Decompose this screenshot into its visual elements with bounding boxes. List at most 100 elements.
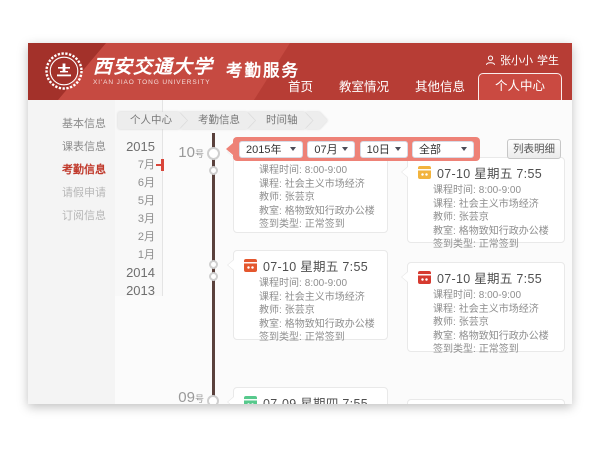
breadcrumb-item-2[interactable]: 时间轴 xyxy=(248,112,313,129)
field-label: 教师: xyxy=(259,305,282,316)
chevron-down-icon xyxy=(461,147,467,151)
timeline-nav-year-7[interactable]: 2014 xyxy=(115,264,162,282)
breadcrumb-item-1[interactable]: 考勤信息 xyxy=(180,112,255,129)
card-field-1: 课程:社会主义市场经济 xyxy=(259,291,377,305)
card-header: 07-10 星期五 7:55 xyxy=(244,257,377,274)
field-label: 课程: xyxy=(259,179,282,190)
field-label: 课程: xyxy=(433,199,456,210)
timeline-nav-month-5[interactable]: 2月 xyxy=(115,228,162,246)
card-field-0: 课程时间:8:00-9:00 xyxy=(259,164,377,178)
month-select[interactable]: 07月 xyxy=(307,141,355,158)
nav-home[interactable]: 首页 xyxy=(275,74,326,100)
chevron-down-icon xyxy=(342,147,348,151)
scope-select[interactable]: 全部 xyxy=(412,141,474,158)
timeline-nav-month-1[interactable]: 7月 xyxy=(115,156,162,174)
field-label: 签到类型: xyxy=(259,332,302,343)
sidebar-item-0[interactable]: 基本信息 xyxy=(28,113,115,136)
year-select[interactable]: 2015年 xyxy=(239,141,303,158)
breadcrumb: 个人中心考勤信息时间轴 xyxy=(118,112,328,129)
field-value: 8:00-9:00 xyxy=(305,278,347,289)
card-datetime: 07-09 星期四 7:55 xyxy=(263,393,368,404)
timeline-nav-month-6[interactable]: 1月 xyxy=(115,246,162,264)
field-value: 格物致知行政办公楼 xyxy=(459,331,549,342)
card-header: 07-09 星期四 7:55 xyxy=(244,394,377,404)
field-value: 8:00-9:00 xyxy=(479,185,521,196)
sidebar-item-4[interactable]: 订阅信息 xyxy=(28,205,115,228)
university-logo-icon xyxy=(44,51,84,91)
field-value: 格物致知行政办公楼 xyxy=(285,206,375,217)
card-datetime: 07-10 星期五 7:55 xyxy=(437,163,542,182)
timeline-node-day09[interactable] xyxy=(207,395,219,404)
timeline-node[interactable] xyxy=(209,166,218,175)
calendar-icon xyxy=(418,166,431,179)
field-label: 签到类型: xyxy=(433,239,476,250)
field-label: 教师: xyxy=(259,192,282,203)
nav-other-info[interactable]: 其他信息 xyxy=(402,74,478,100)
card-field-3: 教室:格物致知行政办公楼 xyxy=(259,205,377,219)
card-field-0: 课程时间:8:00-9:00 xyxy=(433,184,554,198)
card-datetime: 07-10 星期五 7:55 xyxy=(263,256,368,275)
field-value: 正常签到 xyxy=(305,219,345,230)
university-name-en: XI'AN JIAO TONG UNIVERSITY xyxy=(93,79,213,86)
card-field-0: 课程时间:8:00-9:00 xyxy=(259,277,377,291)
attendance-card-2[interactable]: 07-10 星期五 7:55课程时间:8:00-9:00课程:社会主义市场经济教… xyxy=(233,250,388,340)
card-field-4: 签到类型:正常签到 xyxy=(433,238,554,252)
user-icon xyxy=(485,55,496,66)
card-body: 课程时间:8:00-9:00课程:社会主义市场经济教师:张芸京教室:格物致知行政… xyxy=(259,277,377,345)
card-body: 课程时间:8:00-9:00课程:社会主义市场经济教师:张芸京教室:格物致知行政… xyxy=(433,184,554,252)
attendance-card-1[interactable]: 07-10 星期五 7:55课程时间:8:00-9:00课程:社会主义市场经济教… xyxy=(407,157,565,243)
field-value: 格物致知行政办公楼 xyxy=(459,226,549,237)
field-label: 教室: xyxy=(259,206,282,217)
field-value: 张芸京 xyxy=(459,317,489,328)
field-label: 教室: xyxy=(433,226,456,237)
month-select-value: 07月 xyxy=(314,141,337,157)
day-select[interactable]: 10日 xyxy=(360,141,408,158)
sidebar-item-1[interactable]: 课表信息 xyxy=(28,136,115,159)
field-value: 8:00-9:00 xyxy=(305,165,347,176)
card-datetime: 07-10 星期五 7:55 xyxy=(437,268,542,287)
field-value: 社会主义市场经济 xyxy=(459,199,539,210)
attendance-card-5[interactable] xyxy=(407,399,565,404)
field-label: 课程时间: xyxy=(433,290,476,301)
timeline-nav-year-0[interactable]: 2015 xyxy=(115,138,162,156)
field-value: 社会主义市场经济 xyxy=(459,304,539,315)
timeline-node[interactable] xyxy=(209,272,218,281)
card-field-4: 签到类型:正常签到 xyxy=(259,331,377,345)
field-value: 张芸京 xyxy=(285,305,315,316)
nav-personal-center[interactable]: 个人中心 xyxy=(478,73,562,100)
card-header: 07-10 星期五 7:55 xyxy=(418,164,554,181)
list-detail-button[interactable]: 列表明细 xyxy=(507,139,561,159)
card-field-2: 教师:张芸京 xyxy=(433,211,554,225)
card-field-0: 课程时间:8:00-9:00 xyxy=(433,289,554,303)
sidebar-item-2[interactable]: 考勤信息 xyxy=(28,159,115,182)
field-label: 课程: xyxy=(259,292,282,303)
timeline-node[interactable] xyxy=(209,260,218,269)
attendance-card-4[interactable]: 07-09 星期四 7:55 xyxy=(233,387,388,404)
field-value: 正常签到 xyxy=(305,332,345,343)
field-label: 课程时间: xyxy=(259,278,302,289)
breadcrumb-item-0[interactable]: 个人中心 xyxy=(118,112,187,129)
field-value: 格物致知行政办公楼 xyxy=(285,319,375,330)
main-nav: 首页 教室情况 其他信息 个人中心 xyxy=(275,73,562,100)
card-body: 课程时间:8:00-9:00课程:社会主义市场经济教师:张芸京教室:格物致知行政… xyxy=(259,164,377,232)
attendance-card-3[interactable]: 07-10 星期五 7:55课程时间:8:00-9:00课程:社会主义市场经济教… xyxy=(407,262,565,352)
card-field-1: 课程:社会主义市场经济 xyxy=(433,303,554,317)
field-value: 张芸京 xyxy=(285,192,315,203)
calendar-icon xyxy=(244,396,257,404)
timeline-nav-month-4[interactable]: 3月 xyxy=(115,210,162,228)
timeline-nav-year-8[interactable]: 2013 xyxy=(115,282,162,300)
card-field-4: 签到类型:正常签到 xyxy=(259,218,377,232)
sidebar-item-3[interactable]: 请假申请 xyxy=(28,182,115,205)
timeline-nav-month-2[interactable]: 6月 xyxy=(115,174,162,192)
nav-classroom-status[interactable]: 教室情况 xyxy=(326,74,402,100)
university-name-cn: 西安交通大学 xyxy=(93,56,213,78)
timeline-node-day10[interactable] xyxy=(207,147,220,160)
timeline-nav-month-3[interactable]: 5月 xyxy=(115,192,162,210)
card-field-3: 教室:格物致知行政办公楼 xyxy=(433,225,554,239)
day-label-10: 10号 xyxy=(172,144,204,162)
field-label: 签到类型: xyxy=(433,344,476,355)
user-role: 学生 xyxy=(537,52,559,68)
day-select-value: 10日 xyxy=(367,141,390,157)
card-header: 07-10 星期五 7:55 xyxy=(418,269,554,286)
user-info[interactable]: 张小小 学生 xyxy=(485,52,559,68)
